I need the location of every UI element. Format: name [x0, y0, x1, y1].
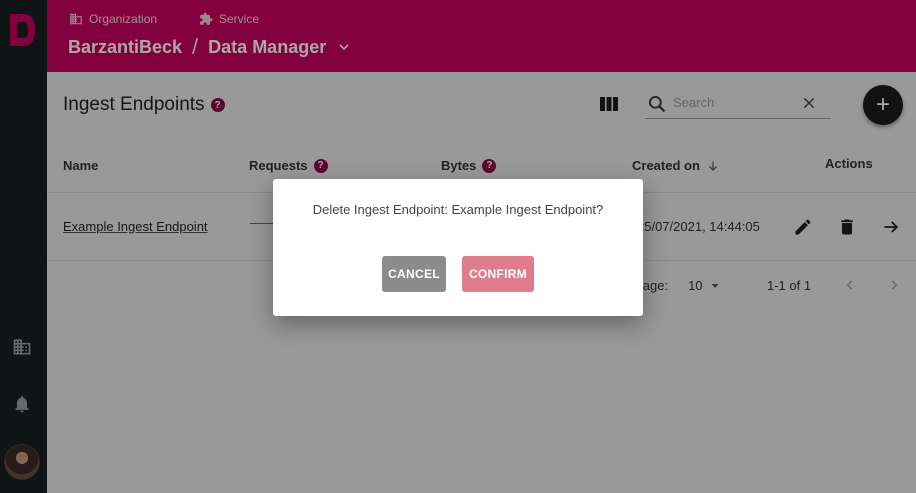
- cancel-button[interactable]: CANCEL: [382, 256, 446, 292]
- dialog-message: Delete Ingest Endpoint: Example Ingest E…: [312, 202, 604, 217]
- confirm-delete-dialog: Delete Ingest Endpoint: Example Ingest E…: [273, 179, 643, 316]
- confirm-button[interactable]: CONFIRM: [462, 256, 534, 292]
